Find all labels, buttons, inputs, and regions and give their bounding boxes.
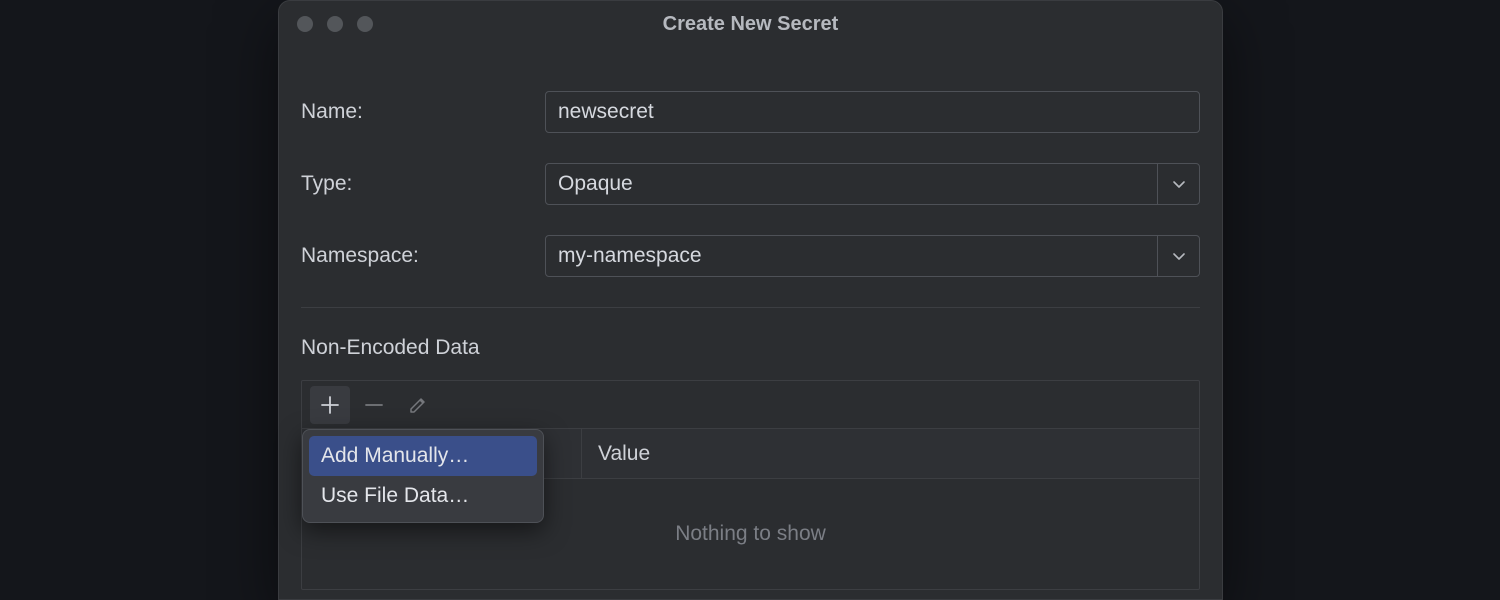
table-toolbar (302, 381, 1199, 429)
namespace-row: Namespace: my-namespace (301, 235, 1200, 277)
type-value: Opaque (546, 172, 1157, 196)
minus-icon (363, 394, 385, 416)
pencil-icon (408, 395, 428, 415)
remove-button[interactable] (354, 386, 394, 424)
name-label: Name: (301, 100, 545, 124)
minimize-window-button[interactable] (327, 16, 343, 32)
maximize-window-button[interactable] (357, 16, 373, 32)
type-label: Type: (301, 172, 545, 196)
data-table: Add Manually… Use File Data… Key Value N… (301, 380, 1200, 590)
close-window-button[interactable] (297, 16, 313, 32)
namespace-select[interactable]: my-namespace (545, 235, 1200, 277)
create-secret-dialog: Create New Secret Name: Type: Opaque Nam… (278, 0, 1223, 600)
column-value: Value (582, 429, 1199, 478)
edit-button[interactable] (398, 386, 438, 424)
name-row: Name: (301, 91, 1200, 133)
chevron-down-icon (1157, 164, 1199, 204)
add-button[interactable] (310, 386, 350, 424)
type-select[interactable]: Opaque (545, 163, 1200, 205)
empty-state: Nothing to show (675, 522, 826, 546)
type-row: Type: Opaque (301, 163, 1200, 205)
menu-item-add-manually[interactable]: Add Manually… (309, 436, 537, 476)
menu-item-use-file-data[interactable]: Use File Data… (309, 476, 537, 516)
section-label: Non-Encoded Data (279, 336, 1222, 380)
chevron-down-icon (1157, 236, 1199, 276)
namespace-label: Namespace: (301, 244, 545, 268)
name-input[interactable] (545, 91, 1200, 133)
divider (301, 307, 1200, 308)
form: Name: Type: Opaque Namespace: my-namespa… (279, 47, 1222, 277)
plus-icon (319, 394, 341, 416)
add-menu: Add Manually… Use File Data… (302, 429, 544, 523)
titlebar: Create New Secret (279, 1, 1222, 47)
window-controls (297, 16, 373, 32)
namespace-value: my-namespace (546, 244, 1157, 268)
dialog-title: Create New Secret (279, 13, 1222, 36)
